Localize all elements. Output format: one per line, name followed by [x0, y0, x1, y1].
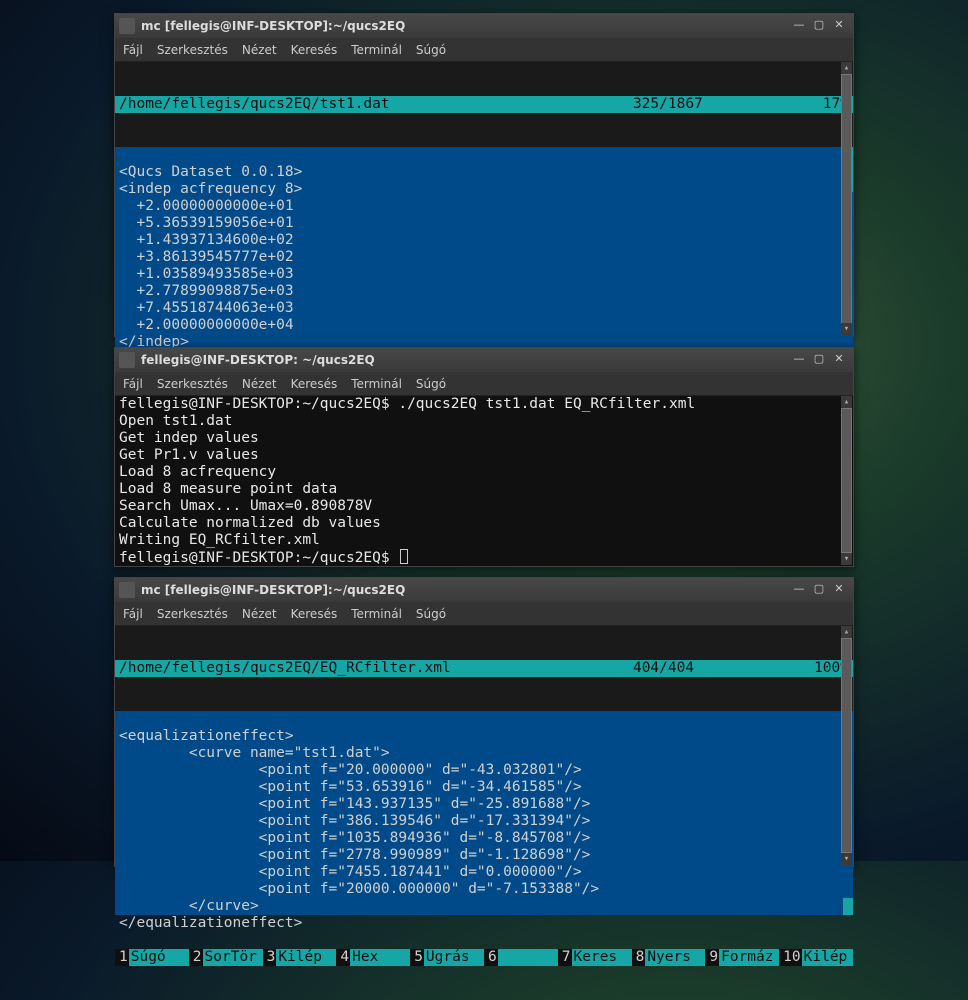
scrollbar-thumb[interactable] [841, 638, 852, 853]
maximize-button[interactable]: ▢ [809, 18, 829, 34]
mc-scrollbar-thumb[interactable] [843, 898, 853, 915]
menu-file[interactable]: Fájl [123, 43, 143, 57]
menu-help[interactable]: Súgó [416, 377, 446, 391]
fkey-2[interactable]: SorTör [203, 949, 263, 966]
menu-view[interactable]: Nézet [242, 43, 277, 57]
terminal-icon [119, 18, 135, 34]
terminal-icon [119, 352, 135, 368]
file-position: 404/404 [633, 660, 694, 677]
fkey-6[interactable] [498, 949, 558, 966]
menubar: Fájl Szerkesztés Nézet Keresés Terminál … [115, 372, 853, 396]
menu-terminal[interactable]: Terminál [351, 607, 402, 621]
window-title: mc [fellegis@INF-DESKTOP]:~/qucs2EQ [141, 583, 789, 597]
window-scrollbar[interactable]: ▴ ▾ [841, 396, 852, 565]
file-path: /home/fellegis/qucs2EQ/EQ_RCfilter.xml [119, 660, 633, 677]
scroll-up-icon[interactable]: ▴ [841, 396, 852, 408]
window-title: mc [fellegis@INF-DESKTOP]:~/qucs2EQ [141, 19, 789, 33]
viewer-header: /home/fellegis/qucs2EQ/EQ_RCfilter.xml 4… [115, 660, 853, 677]
window-scrollbar[interactable]: ▴ ▾ [841, 62, 852, 335]
fkey-7[interactable]: Keres [572, 949, 632, 966]
menu-terminal[interactable]: Terminál [351, 43, 402, 57]
scroll-up-icon[interactable]: ▴ [841, 62, 852, 74]
fkey-3[interactable]: Kilép [276, 949, 336, 966]
mc-viewer-window-2: mc [fellegis@INF-DESKTOP]:~/qucs2EQ — ▢ … [114, 577, 854, 867]
window-title: fellegis@INF-DESKTOP: ~/qucs2EQ [141, 353, 789, 367]
titlebar[interactable]: mc [fellegis@INF-DESKTOP]:~/qucs2EQ — ▢ … [115, 578, 853, 602]
file-path: /home/fellegis/qucs2EQ/tst1.dat [119, 96, 633, 113]
fkey-5[interactable]: Ugrás [424, 949, 484, 966]
file-body: <equalizationeffect> <curve name="tst1.d… [115, 711, 853, 915]
menu-search[interactable]: Keresés [291, 377, 338, 391]
terminal-output[interactable]: fellegis@INF-DESKTOP:~/qucs2EQ$ ./qucs2E… [115, 396, 853, 566]
menubar: Fájl Szerkesztés Nézet Keresés Terminál … [115, 602, 853, 626]
menu-search[interactable]: Keresés [291, 607, 338, 621]
viewer-header: /home/fellegis/qucs2EQ/tst1.dat 325/1867… [115, 96, 853, 113]
menu-view[interactable]: Nézet [242, 377, 277, 391]
terminal-window: fellegis@INF-DESKTOP: ~/qucs2EQ — ▢ ✕ Fá… [114, 347, 854, 567]
menubar: Fájl Szerkesztés Nézet Keresés Terminál … [115, 38, 853, 62]
scrollbar-thumb[interactable] [841, 74, 852, 324]
fkey-4[interactable]: Hex [350, 949, 410, 966]
minimize-button[interactable]: — [789, 582, 809, 598]
fkey-8[interactable]: Nyers [645, 949, 705, 966]
menu-file[interactable]: Fájl [123, 607, 143, 621]
function-key-bar: 1Súgó 2SorTör 3Kilép 4Hex 5Ugrás 6 7Kere… [115, 949, 853, 966]
menu-file[interactable]: Fájl [123, 377, 143, 391]
menu-edit[interactable]: Szerkesztés [157, 377, 228, 391]
menu-edit[interactable]: Szerkesztés [157, 43, 228, 57]
maximize-button[interactable]: ▢ [809, 352, 829, 368]
fkey-9[interactable]: Formáz [719, 949, 779, 966]
scroll-down-icon[interactable]: ▾ [841, 853, 852, 865]
scroll-down-icon[interactable]: ▾ [841, 323, 852, 335]
close-button[interactable]: ✕ [829, 18, 849, 34]
menu-terminal[interactable]: Terminál [351, 377, 402, 391]
fkey-10[interactable]: Kilép [802, 949, 853, 966]
viewer-content: /home/fellegis/qucs2EQ/EQ_RCfilter.xml 4… [115, 626, 853, 1000]
close-button[interactable]: ✕ [829, 582, 849, 598]
menu-help[interactable]: Súgó [416, 607, 446, 621]
minimize-button[interactable]: — [789, 352, 809, 368]
minimize-button[interactable]: — [789, 18, 809, 34]
terminal-icon [119, 582, 135, 598]
mc-viewer-window-1: mc [fellegis@INF-DESKTOP]:~/qucs2EQ — ▢ … [114, 13, 854, 337]
menu-help[interactable]: Súgó [416, 43, 446, 57]
titlebar[interactable]: mc [fellegis@INF-DESKTOP]:~/qucs2EQ — ▢ … [115, 14, 853, 38]
close-button[interactable]: ✕ [829, 352, 849, 368]
menu-view[interactable]: Nézet [242, 607, 277, 621]
scroll-down-icon[interactable]: ▾ [841, 553, 852, 565]
window-scrollbar[interactable]: ▴ ▾ [841, 626, 852, 865]
titlebar[interactable]: fellegis@INF-DESKTOP: ~/qucs2EQ — ▢ ✕ [115, 348, 853, 372]
maximize-button[interactable]: ▢ [809, 582, 829, 598]
scroll-up-icon[interactable]: ▴ [841, 626, 852, 638]
menu-edit[interactable]: Szerkesztés [157, 607, 228, 621]
menu-search[interactable]: Keresés [291, 43, 338, 57]
scrollbar-thumb[interactable] [841, 408, 852, 553]
file-position: 325/1867 [633, 96, 703, 113]
terminal-cursor [400, 549, 408, 564]
